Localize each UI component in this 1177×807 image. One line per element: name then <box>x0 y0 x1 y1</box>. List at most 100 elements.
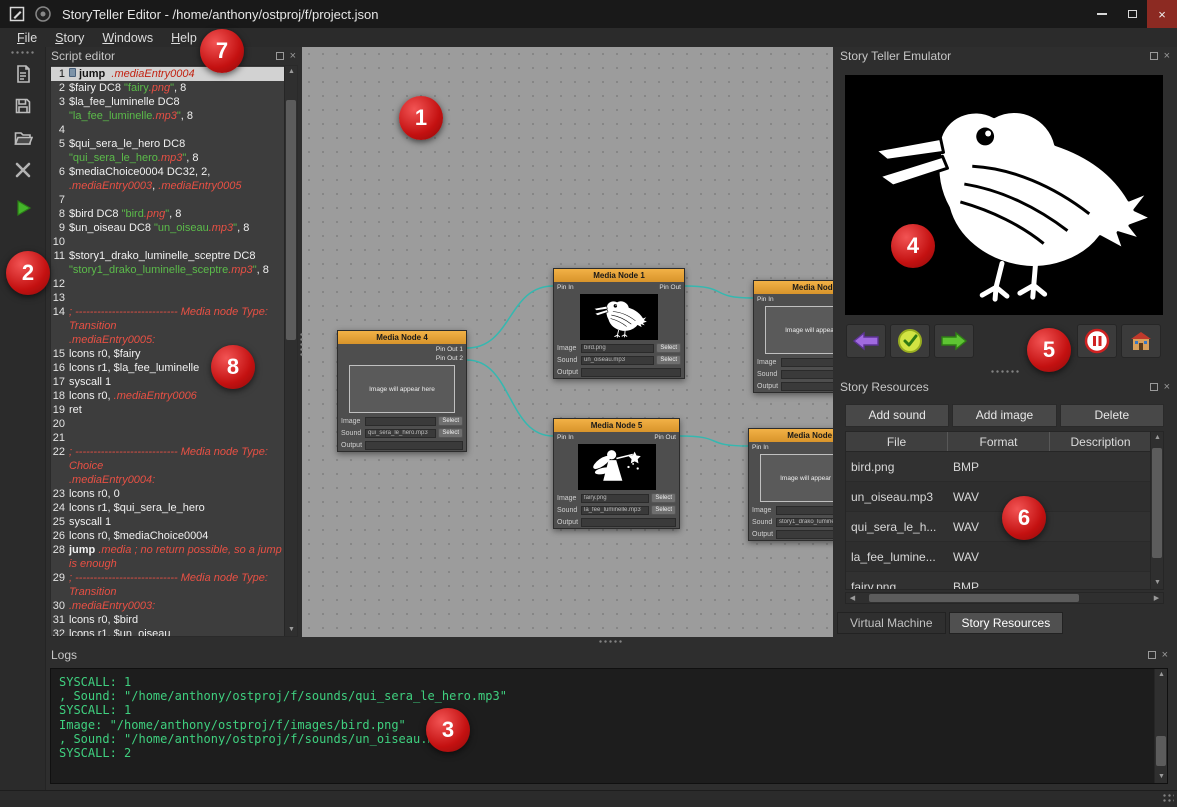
float-panel-icon[interactable] <box>276 52 284 60</box>
scroll-right-icon[interactable]: ▶ <box>1150 593 1163 605</box>
maximize-button[interactable] <box>1117 0 1147 28</box>
media-node[interactable]: Media Node 3Pin InImage will appear here… <box>748 428 833 541</box>
splitter-handle[interactable] <box>598 639 624 644</box>
editor-scrollbar[interactable]: ▲ ▼ <box>284 66 297 636</box>
close-panel-icon[interactable] <box>1164 382 1170 392</box>
scroll-down-icon[interactable]: ▼ <box>1155 771 1168 783</box>
script-editor-dock-title[interactable]: Script editor <box>46 47 301 65</box>
code-line[interactable]: 18lcons r0, .mediaEntry0006 <box>51 389 284 403</box>
node-title-bar[interactable]: Media Node 2 <box>754 281 833 294</box>
tab-story-resources[interactable]: Story Resources <box>949 612 1064 634</box>
code-line[interactable]: 9$un_oiseau DC8 "un_oiseau.mp3", 8 <box>51 221 284 235</box>
code-line[interactable]: 31lcons r0, $bird <box>51 613 284 627</box>
splitter-handle[interactable] <box>299 332 304 358</box>
node-connection[interactable] <box>467 360 553 436</box>
menu-help[interactable]: Help <box>162 30 206 46</box>
close-panel-icon[interactable] <box>1162 650 1168 660</box>
emulator-dock-title[interactable]: Story Teller Emulator <box>835 47 1175 65</box>
pin-in[interactable]: Pin In <box>752 444 769 451</box>
code-line[interactable]: 30.mediaEntry0003: <box>51 599 284 613</box>
scrollbar-handle[interactable] <box>869 594 1079 602</box>
select-button[interactable]: Select <box>656 343 681 353</box>
scrollbar-track[interactable] <box>1151 444 1163 577</box>
table-row[interactable]: la_fee_lumine...WAV <box>846 542 1163 572</box>
media-node[interactable]: Media Node 5Pin InPin OutImagefairy.pngS… <box>553 418 680 529</box>
scroll-up-icon[interactable]: ▲ <box>285 66 298 78</box>
code-line[interactable]: 29; ---------------------------- Media n… <box>51 571 284 599</box>
code-line[interactable]: 3$la_fee_luminelle DC8 "la_fee_luminelle… <box>51 95 284 123</box>
code-line[interactable]: 19ret <box>51 403 284 417</box>
pin-out[interactable]: Pin Out <box>654 434 676 441</box>
code-line[interactable]: 23lcons r0, 0 <box>51 487 284 501</box>
add-sound-button[interactable]: Add sound <box>845 404 949 427</box>
run-button[interactable] <box>7 194 39 222</box>
code-line[interactable]: 12 <box>51 277 284 291</box>
resources-dock-title[interactable]: Story Resources <box>835 378 1175 396</box>
code-line[interactable]: 6$mediaChoice0004 DC32, 2, .mediaEntry00… <box>51 165 284 193</box>
float-panel-icon[interactable] <box>1148 651 1156 659</box>
close-project-button[interactable] <box>7 156 39 184</box>
code-line[interactable]: 4 <box>51 123 284 137</box>
code-line[interactable]: 2$fairy DC8 "fairy.png", 8 <box>51 81 284 95</box>
scrollbar-handle[interactable] <box>1152 448 1162 558</box>
toolbar-handle[interactable] <box>10 50 36 56</box>
save-button[interactable] <box>7 92 39 120</box>
code-line[interactable]: 5$qui_sera_le_hero DC8 "qui_sera_le_hero… <box>51 137 284 165</box>
pin-out[interactable]: Pin Out 1 <box>436 346 463 353</box>
select-button[interactable]: Select <box>651 493 676 503</box>
scroll-down-icon[interactable]: ▼ <box>285 624 298 636</box>
pin-in[interactable]: Pin In <box>557 434 574 441</box>
scroll-left-icon[interactable]: ◀ <box>846 593 859 605</box>
add-image-button[interactable]: Add image <box>952 404 1056 427</box>
logs-scrollbar[interactable]: ▲ ▼ <box>1154 669 1167 783</box>
open-button[interactable] <box>7 124 39 152</box>
code-line[interactable]: 11$story1_drako_luminelle_sceptre DC8 "s… <box>51 249 284 277</box>
table-row[interactable]: fairy.pngBMP <box>846 572 1163 590</box>
column-header-file[interactable]: File <box>846 432 948 451</box>
node-connection[interactable] <box>467 286 553 348</box>
code-line[interactable]: .mediaEntry0005: <box>51 333 284 347</box>
column-header-format[interactable]: Format <box>948 432 1050 451</box>
float-panel-icon[interactable] <box>1150 52 1158 60</box>
node-connection[interactable] <box>680 436 748 446</box>
validate-button[interactable] <box>890 324 930 358</box>
node-graph-canvas[interactable]: Media Node 4Pin Out 1Pin Out 2Image will… <box>302 47 833 637</box>
menu-story[interactable]: Story <box>46 30 93 46</box>
minimize-button[interactable] <box>1087 0 1117 28</box>
code-line[interactable]: 32lcons r1, $un_oiseau <box>51 627 284 636</box>
logs-dock-title[interactable]: Logs <box>46 646 1173 664</box>
code-line[interactable]: 20 <box>51 417 284 431</box>
node-title-bar[interactable]: Media Node 5 <box>554 419 679 432</box>
node-connection[interactable] <box>685 286 753 298</box>
node-title-bar[interactable]: Media Node 4 <box>338 331 466 344</box>
back-button[interactable] <box>846 324 886 358</box>
code-line[interactable]: 7 <box>51 193 284 207</box>
scroll-up-icon[interactable]: ▲ <box>1155 669 1168 681</box>
scrollbar-track[interactable] <box>859 593 1150 603</box>
new-script-button[interactable] <box>7 60 39 88</box>
select-button[interactable]: Select <box>656 355 681 365</box>
media-node[interactable]: Media Node 4Pin Out 1Pin Out 2Image will… <box>337 330 467 452</box>
home-button[interactable] <box>1121 324 1161 358</box>
tab-virtual-machine[interactable]: Virtual Machine <box>837 612 946 634</box>
menu-file[interactable]: File <box>8 30 46 46</box>
scrollbar-handle[interactable] <box>1156 736 1166 766</box>
resources-horizontal-scrollbar[interactable]: ◀ ▶ <box>845 592 1164 604</box>
close-panel-icon[interactable] <box>1164 51 1170 61</box>
code-line[interactable]: 8$bird DC8 "bird.png", 8 <box>51 207 284 221</box>
code-line[interactable]: 26lcons r0, $mediaChoice0004 <box>51 529 284 543</box>
scrollbar-track[interactable] <box>1155 681 1167 771</box>
scrollbar-handle[interactable] <box>286 100 296 340</box>
splitter-handle[interactable] <box>990 369 1020 374</box>
code-line[interactable]: 10 <box>51 235 284 249</box>
forward-button[interactable] <box>934 324 974 358</box>
float-panel-icon[interactable] <box>1150 383 1158 391</box>
node-title-bar[interactable]: Media Node 1 <box>554 269 684 282</box>
column-header-description[interactable]: Description <box>1050 432 1152 451</box>
pause-button[interactable] <box>1077 324 1117 358</box>
menu-windows[interactable]: Windows <box>93 30 162 46</box>
titlebar[interactable]: StoryTeller Editor - /home/anthony/ostpr… <box>0 0 1177 28</box>
media-node[interactable]: Media Node 2Pin InImage will appear here… <box>753 280 833 393</box>
scroll-up-icon[interactable]: ▲ <box>1151 432 1164 444</box>
code-line[interactable]: 28jump .media ; no return possible, so a… <box>51 543 284 571</box>
